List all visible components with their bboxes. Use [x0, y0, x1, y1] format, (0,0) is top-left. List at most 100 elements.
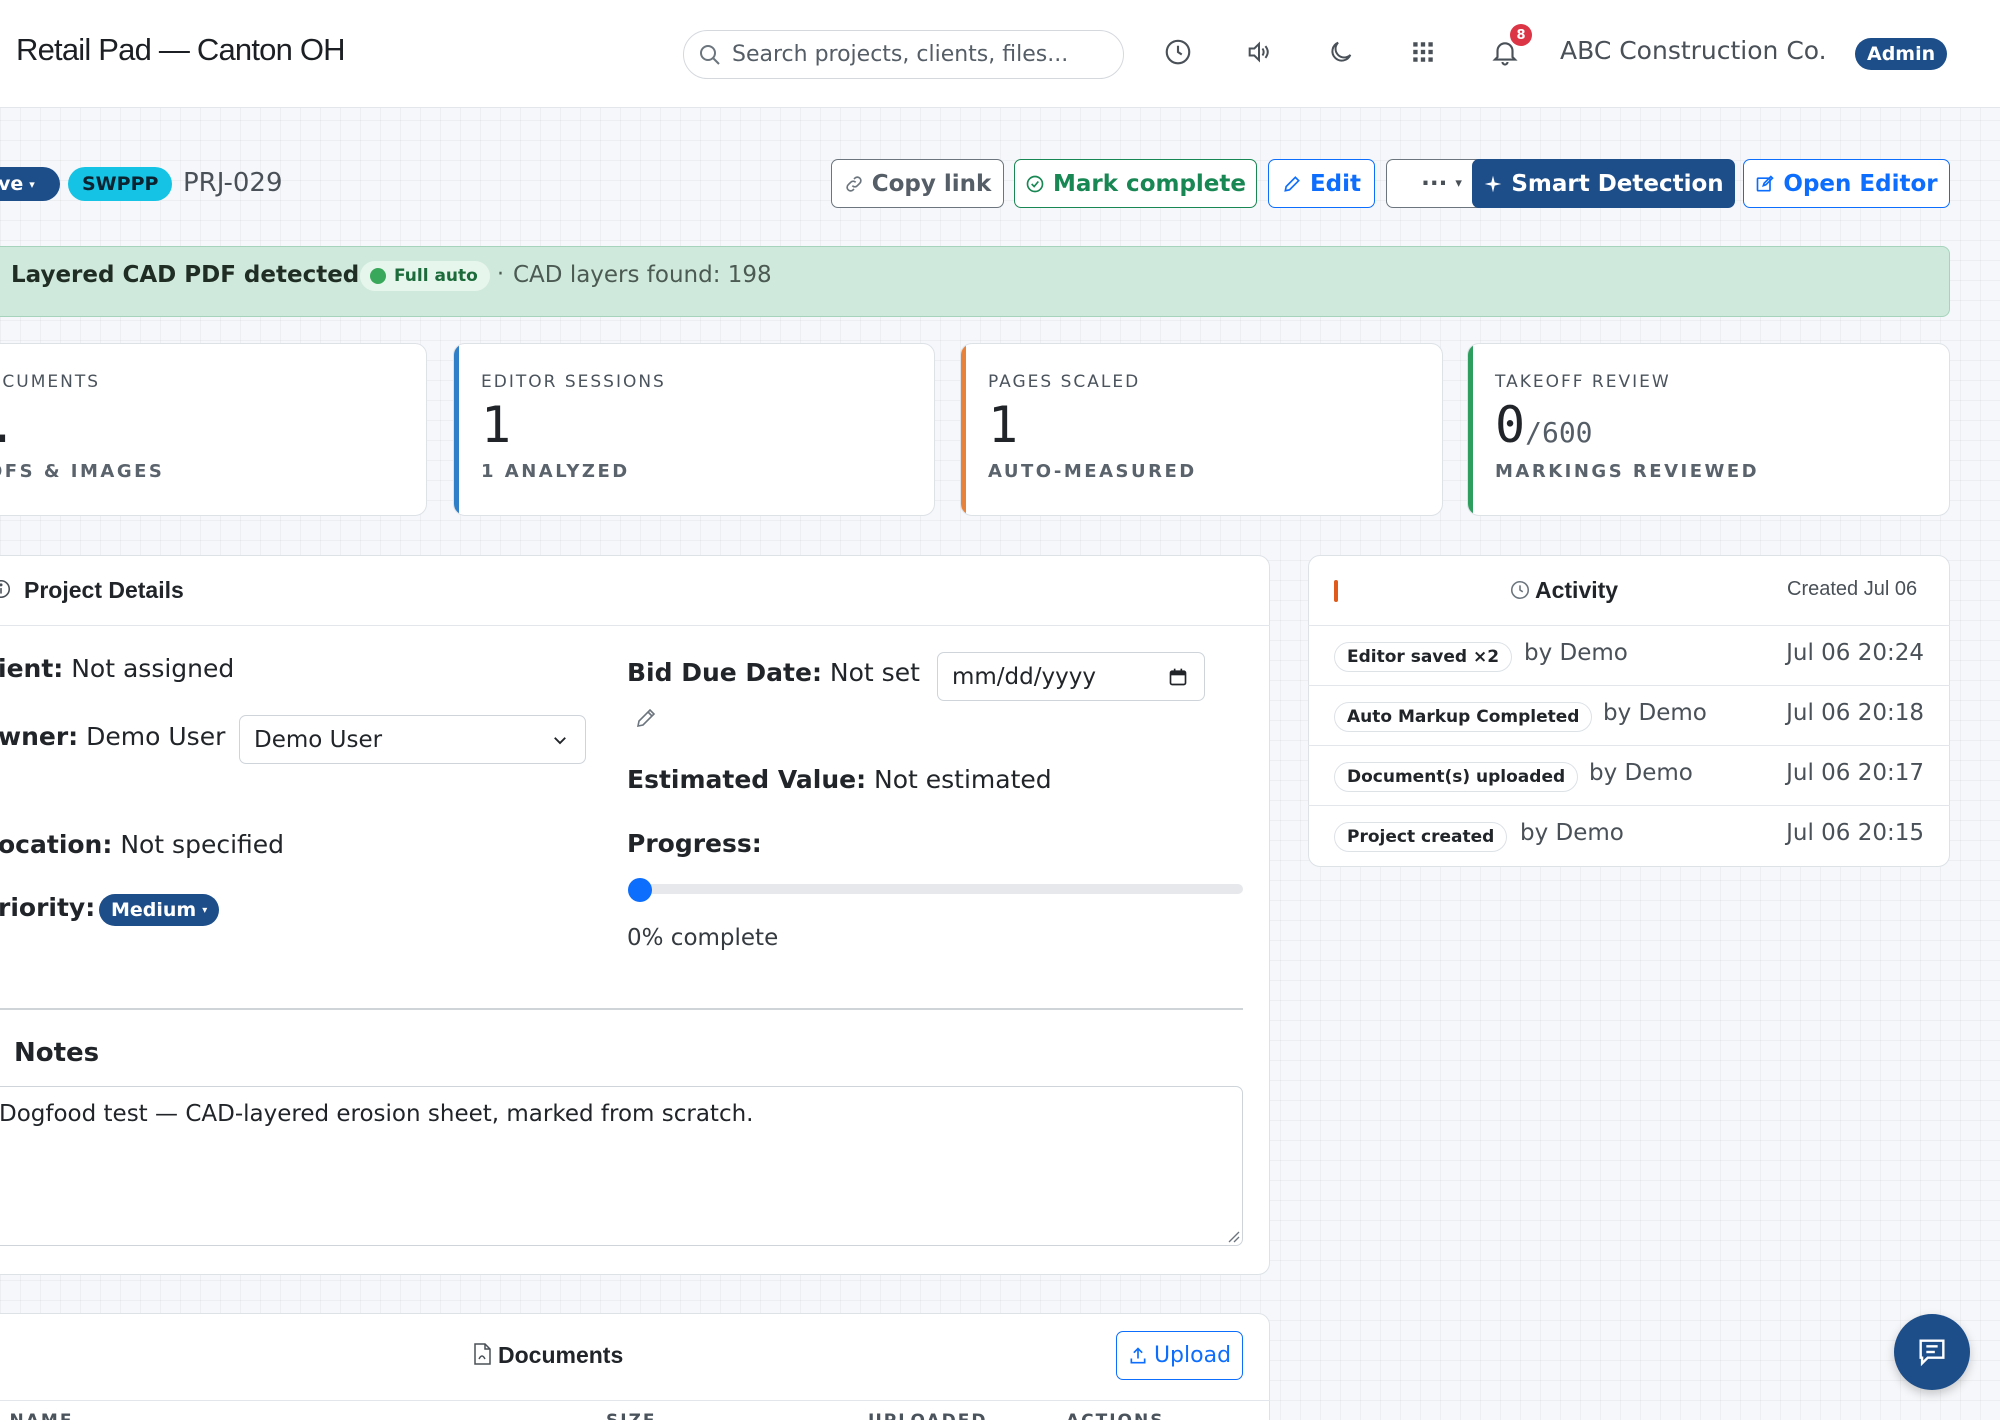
search-icon	[698, 43, 722, 67]
stat-value: 0/600	[1495, 396, 1593, 454]
more-label: ···	[1421, 170, 1448, 197]
upload-button[interactable]: Upload	[1116, 1331, 1243, 1380]
progress-text: 0% complete	[627, 925, 779, 951]
upload-icon	[1128, 1346, 1148, 1366]
edit-button[interactable]: Edit	[1268, 159, 1375, 208]
smart-detection-button[interactable]: Smart Detection	[1472, 159, 1735, 208]
stat-sub: OFS & IMAGES	[0, 461, 165, 482]
stat-accent	[454, 344, 459, 515]
apps-grid-icon[interactable]	[1406, 35, 1440, 69]
mode-label: Full auto	[394, 266, 478, 286]
banner-separator: ·	[497, 262, 504, 287]
activity-by: by Demo	[1603, 700, 1707, 726]
documents-title: Documents	[498, 1342, 624, 1368]
check-circle-icon	[1025, 174, 1045, 194]
estimated-value-label: Estimated Value:	[627, 765, 867, 794]
bid-due-label: Bid Due Date:	[627, 658, 822, 687]
progress-slider-thumb[interactable]	[628, 878, 652, 902]
client-label: ient:	[0, 654, 64, 683]
pencil-icon[interactable]	[634, 706, 658, 730]
link-icon	[844, 174, 864, 194]
documents-header-divider	[0, 1400, 1270, 1401]
client-value: Not assigned	[71, 654, 235, 683]
documents-card	[0, 1313, 1270, 1420]
top-bar: Retail Pad — Canton OH 8 ABC Constructio…	[0, 0, 2000, 108]
stat-label: OCUMENTS	[0, 372, 100, 392]
notes-text: Dogfood test — CAD-layered erosion sheet…	[0, 1101, 754, 1127]
activity-accent-bar	[1334, 580, 1338, 602]
location-value: Not specified	[120, 830, 285, 859]
progress-field: Progress:	[627, 829, 762, 858]
activity-tag: Editor saved ×2	[1334, 642, 1513, 672]
activity-created-date: Created Jul 06	[1787, 578, 1918, 600]
chevron-down-icon	[551, 731, 569, 749]
activity-row: Auto Markup Completed by Demo Jul 06 20:…	[1308, 685, 1950, 745]
project-id: PRJ-029	[183, 168, 283, 198]
priority-label: riority:	[0, 893, 96, 922]
owner-select[interactable]: Demo User	[239, 715, 586, 764]
company-name[interactable]: ABC Construction Co.	[1560, 36, 1827, 65]
sparkle-icon	[1483, 174, 1503, 194]
activity-row: Project created by Demo Jul 06 20:15	[1308, 805, 1950, 865]
stat-number: 1	[481, 396, 512, 454]
estimated-value-field: Estimated Value: Not estimated	[627, 765, 1052, 794]
mark-complete-button[interactable]: Mark complete	[1014, 159, 1257, 208]
moon-icon[interactable]	[1324, 35, 1358, 69]
notes-divider	[0, 1008, 1243, 1010]
owner-value: Demo User	[86, 722, 226, 751]
resize-grip-icon[interactable]	[1226, 1229, 1240, 1243]
notes-textarea[interactable]: Dogfood test — CAD-layered erosion sheet…	[0, 1086, 1243, 1246]
stat-number: .	[0, 396, 17, 454]
stat-value: 1	[988, 396, 1018, 454]
activity-title: Activity	[1535, 577, 1619, 603]
copy-link-button[interactable]: Copy link	[831, 159, 1004, 208]
stat-value: 1	[481, 396, 511, 454]
owner-field: wner: Demo User	[0, 722, 225, 751]
activity-time: Jul 06 20:18	[1786, 700, 1924, 726]
info-icon	[0, 578, 12, 600]
column-header-uploaded[interactable]: UPLOADED	[868, 1411, 987, 1420]
open-editor-label: Open Editor	[1783, 170, 1938, 197]
stat-label: EDITOR SESSIONS	[481, 372, 666, 392]
stat-denominator: /600	[1525, 416, 1593, 449]
stat-card-editor-sessions: EDITOR SESSIONS 1 1 ANALYZED	[453, 343, 935, 516]
chat-button[interactable]	[1894, 1314, 1970, 1390]
status-label: ve	[0, 173, 24, 195]
history-icon[interactable]	[1161, 35, 1195, 69]
project-details-title: Project Details	[24, 577, 184, 603]
project-type-badge: SWPPP	[68, 167, 173, 201]
cad-layers-count: CAD layers found: 198	[513, 262, 772, 288]
column-header-size[interactable]: SIZE	[606, 1411, 657, 1420]
progress-slider-track[interactable]	[628, 884, 1243, 894]
open-editor-button[interactable]: Open Editor	[1743, 159, 1950, 208]
status-dropdown[interactable]: ve ▾	[0, 167, 60, 201]
mark-complete-label: Mark complete	[1053, 170, 1246, 197]
card-header-divider	[0, 625, 1270, 626]
priority-field: riority:	[0, 893, 95, 922]
owner-label: wner:	[0, 722, 79, 751]
caret-down-icon: ▾	[1455, 176, 1462, 191]
stat-value: .	[0, 396, 17, 454]
stat-card-takeoff-review: TAKEOFF REVIEW 0/600 MARKINGS REVIEWED	[1467, 343, 1950, 516]
stat-label: PAGES SCALED	[988, 372, 1141, 392]
chat-icon	[1915, 1335, 1949, 1369]
edit-square-icon	[1755, 174, 1775, 194]
column-header-actions: ACTIONS	[1066, 1411, 1164, 1420]
status-dot-icon	[370, 268, 386, 284]
date-placeholder: mm/dd/yyyy	[952, 663, 1096, 690]
column-header-name[interactable]: E NAME	[0, 1411, 73, 1420]
pencil-icon	[1282, 174, 1302, 194]
activity-time: Jul 06 20:17	[1786, 760, 1924, 786]
activity-time: Jul 06 20:15	[1786, 820, 1924, 846]
search-input[interactable]	[732, 42, 1112, 67]
upload-label: Upload	[1153, 1343, 1232, 1368]
activity-row: Document(s) uploaded by Demo Jul 06 20:1…	[1308, 745, 1950, 805]
activity-by: by Demo	[1589, 760, 1693, 786]
speaker-icon[interactable]	[1242, 35, 1276, 69]
bid-due-value: Not set	[829, 658, 920, 687]
search-box[interactable]	[683, 30, 1124, 79]
bid-due-date-input[interactable]: mm/dd/yyyy	[937, 652, 1205, 701]
activity-tag: Auto Markup Completed	[1334, 702, 1593, 732]
priority-dropdown[interactable]: Medium ▾	[99, 894, 220, 926]
activity-by: by Demo	[1520, 820, 1624, 846]
